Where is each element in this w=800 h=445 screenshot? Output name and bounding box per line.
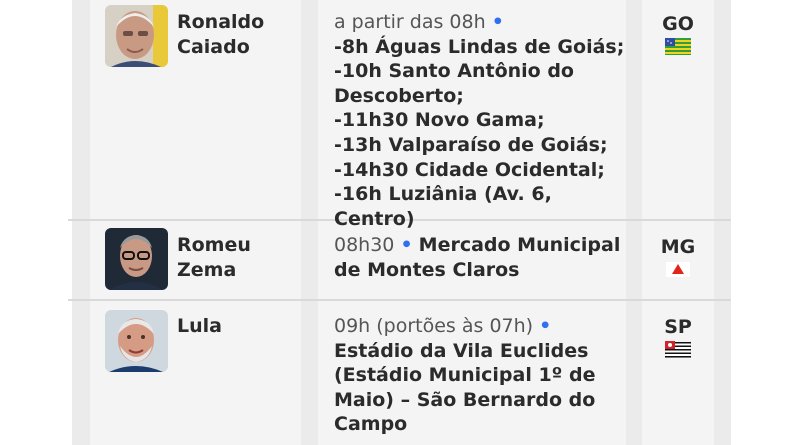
bullet-dot-icon: • xyxy=(539,315,552,337)
agenda-line: Campo xyxy=(334,413,408,436)
candidate-name: Romeu Zema xyxy=(177,233,251,283)
agenda-line: Maio) – São Bernardo do xyxy=(334,388,596,411)
agenda-place: Mercado Municipal xyxy=(418,234,621,256)
agenda-line: Estádio da Vila Euclides xyxy=(334,339,589,362)
agenda-line: Descoberto; xyxy=(334,84,464,107)
minas-gerais-flag-icon xyxy=(665,261,691,278)
agenda-line: -10h Santo Antônio do xyxy=(334,60,574,83)
bullet-dot-icon: • xyxy=(491,11,504,33)
agenda-line: -8h Águas Lindas de Goiás; xyxy=(334,35,625,58)
agenda-cell: 09h (portões às 07h) • Estádio da Vila E… xyxy=(334,314,634,437)
agenda-line: -14h30 Cidade Ocidental; xyxy=(334,158,605,181)
candidate-name-line: Romeu xyxy=(177,234,251,256)
agenda-cell: 08h30 • Mercado Municipal de Montes Clar… xyxy=(334,233,634,282)
state-column xyxy=(642,0,714,445)
candidate-name: Ronaldo Caiado xyxy=(177,10,264,60)
state-code: SP xyxy=(664,316,692,338)
candidate-name: Lula xyxy=(177,314,222,339)
state-code: MG xyxy=(660,236,696,258)
goias-flag-icon xyxy=(665,38,691,55)
agenda-time: 08h30 xyxy=(334,234,395,256)
agenda-line: -16h Luziânia (Av. 6, Centro) xyxy=(334,183,552,230)
avatar xyxy=(105,5,168,67)
candidate-name-line: Caiado xyxy=(177,36,250,58)
candidate-name-line: Ronaldo xyxy=(177,11,265,33)
state-code: GO xyxy=(662,13,694,35)
avatar xyxy=(105,228,168,290)
row-divider xyxy=(68,299,731,301)
avatar xyxy=(105,310,168,372)
sao-paulo-flag-icon xyxy=(665,341,691,358)
agenda-line: -11h30 Novo Gama; xyxy=(334,109,545,132)
bullet-dot-icon: • xyxy=(400,234,413,256)
agenda-time: 09h (portões às 07h) xyxy=(334,315,534,337)
agenda-line: -13h Valparaíso de Goiás; xyxy=(334,133,608,156)
candidate-name-line: Zema xyxy=(177,259,237,281)
agenda-line: (Estádio Municipal 1º de xyxy=(334,364,596,387)
agenda-time: a partir das 08h xyxy=(334,11,486,33)
agenda-cell: a partir das 08h • -8h Águas Lindas de G… xyxy=(334,10,634,231)
agenda-line: de Montes Claros xyxy=(334,258,520,281)
candidate-name-line: Lula xyxy=(177,315,222,337)
